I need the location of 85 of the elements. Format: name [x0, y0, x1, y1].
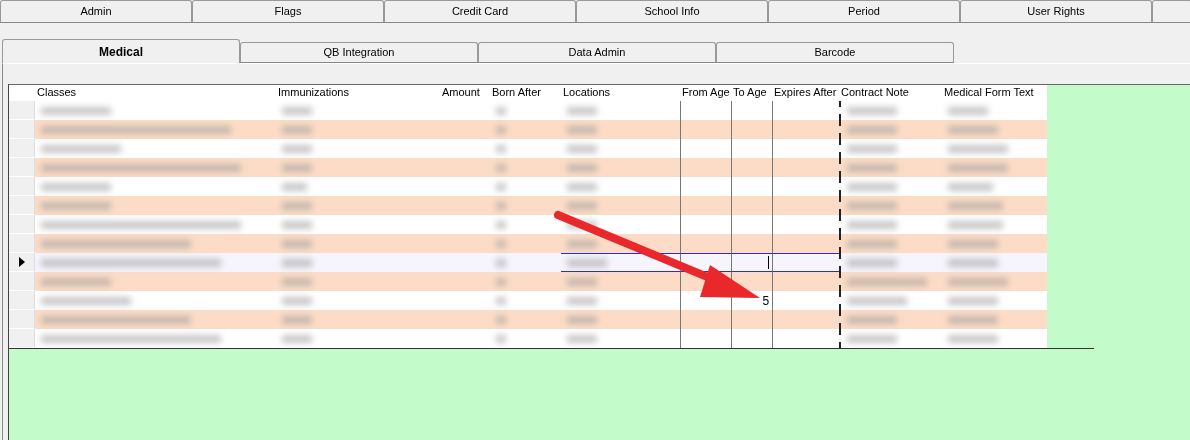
blurred-text	[282, 163, 312, 172]
column-header[interactable]: From Age	[680, 85, 731, 101]
blurred-text	[847, 182, 897, 191]
blurred-text	[567, 163, 597, 172]
tab[interactable]: Period	[768, 0, 960, 22]
blurred-text	[948, 106, 988, 115]
blurred-text	[567, 201, 597, 210]
blurred-text	[41, 201, 111, 210]
blurred-text	[282, 125, 312, 134]
blurred-text	[847, 220, 897, 229]
column-header[interactable]: Expires After	[772, 85, 839, 101]
blurred-text	[567, 296, 597, 305]
grid-row[interactable]	[9, 234, 1047, 253]
blurred-text	[847, 239, 897, 248]
blurred-text	[847, 334, 897, 343]
tab[interactable]	[1152, 0, 1190, 22]
blurred-text	[948, 277, 1008, 286]
blurred-text	[948, 296, 998, 305]
blurred-text	[567, 182, 597, 191]
tab[interactable]: Barcode	[716, 42, 954, 63]
grid-row[interactable]	[9, 253, 1047, 272]
tab[interactable]: Flags	[192, 0, 384, 22]
blurred-text	[567, 220, 597, 229]
blurred-text	[948, 125, 998, 134]
blurred-text	[282, 258, 312, 267]
blurred-text	[282, 277, 312, 286]
blurred-text	[567, 315, 597, 324]
grid-row[interactable]	[9, 272, 1047, 291]
current-row-icon	[18, 257, 25, 267]
blurred-text	[567, 106, 597, 115]
blurred-text	[948, 334, 998, 343]
blurred-text	[847, 144, 897, 153]
blurred-text	[948, 220, 1003, 229]
blurred-text	[282, 220, 312, 229]
column-header[interactable]: Born After	[490, 85, 561, 101]
blurred-text	[847, 106, 897, 115]
blurred-text	[41, 106, 111, 115]
tab[interactable]: Credit Card	[384, 0, 576, 22]
column-header[interactable]: Immunizations	[276, 85, 440, 101]
text-cursor	[768, 256, 770, 269]
table-cell-text: 5	[762, 292, 770, 310]
blurred-text	[847, 125, 897, 134]
blurred-text	[567, 334, 597, 343]
blurred-text	[847, 258, 897, 267]
row-header[interactable]	[9, 253, 35, 272]
tab[interactable]: School Info	[576, 0, 768, 22]
blurred-text	[282, 201, 312, 210]
blurred-text	[847, 163, 897, 172]
tab[interactable]: Admin	[0, 0, 192, 22]
blurred-text	[567, 258, 607, 267]
blurred-text	[847, 296, 907, 305]
tab[interactable]: Data Admin	[478, 42, 716, 63]
blurred-text	[282, 296, 312, 305]
tab[interactable]: QB Integration	[240, 42, 478, 63]
blurred-text	[948, 182, 993, 191]
tab[interactable]: Medical	[2, 39, 240, 63]
blurred-text	[282, 106, 312, 115]
blurred-text	[567, 239, 597, 248]
tab[interactable]: User Rights	[960, 0, 1152, 22]
grid-row[interactable]	[9, 215, 1047, 234]
blurred-text	[282, 182, 307, 191]
blurred-text	[567, 144, 597, 153]
blurred-text	[282, 144, 312, 153]
blurred-text	[948, 163, 1008, 172]
blurred-text	[948, 201, 1003, 210]
column-header[interactable]: Contract Note	[839, 85, 942, 101]
blurred-text	[847, 315, 897, 324]
blurred-text	[41, 182, 111, 191]
column-header[interactable]: Medical Form Text	[942, 85, 1046, 101]
blurred-text	[567, 277, 597, 286]
blurred-text	[948, 315, 998, 324]
column-header[interactable]: Amount	[440, 85, 490, 101]
blurred-text	[948, 144, 1008, 153]
blurred-text	[282, 315, 312, 324]
blurred-text	[847, 201, 897, 210]
column-header[interactable]: Locations	[561, 85, 680, 101]
blurred-text	[282, 334, 312, 343]
blurred-text	[948, 239, 998, 248]
blurred-text	[41, 277, 111, 286]
grid-row[interactable]: 5	[9, 291, 1047, 310]
blurred-text	[948, 258, 998, 267]
blurred-text	[282, 239, 312, 248]
blurred-text	[567, 125, 597, 134]
column-header[interactable]: To Age	[731, 85, 772, 101]
column-header[interactable]: Classes	[35, 85, 276, 101]
